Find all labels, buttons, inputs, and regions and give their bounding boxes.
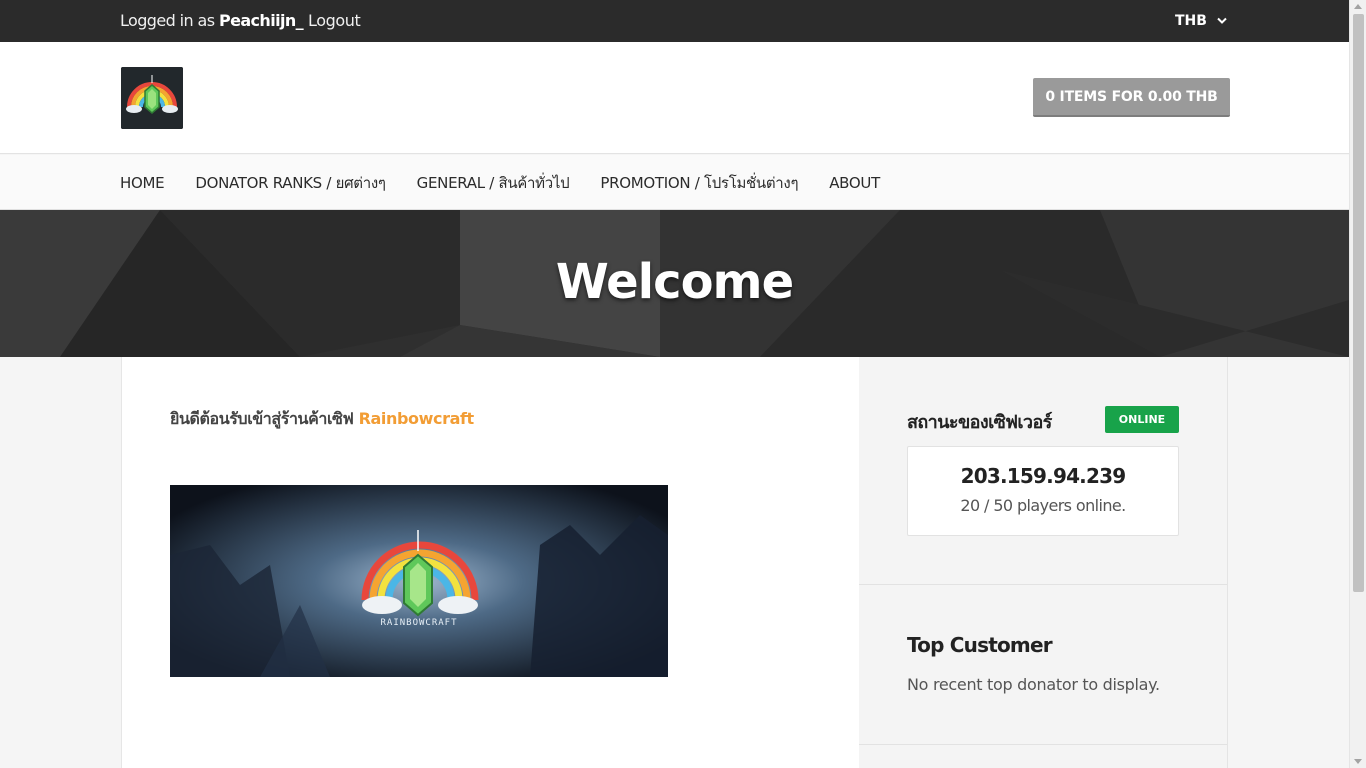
site-header: 0 ITEMS FOR 0.00 THB (0, 42, 1349, 154)
nav-item-donator-ranks[interactable]: DONATOR RANKS / ยศต่างๆ (195, 171, 386, 195)
nav-item-about[interactable]: ABOUT (829, 174, 880, 192)
players-online: 20 / 50 players online. (960, 496, 1126, 515)
server-info-box: 203.159.94.239 20 / 50 players online. (907, 446, 1179, 536)
cart-button[interactable]: 0 ITEMS FOR 0.00 THB (1033, 78, 1230, 117)
logged-in-status: Logged in as Peachiijn_ (120, 11, 304, 30)
top-customer-title: Top Customer (907, 633, 1053, 657)
sidebar-divider (859, 744, 1227, 745)
sidebar-divider (859, 584, 1227, 585)
chevron-down-icon (1217, 17, 1227, 24)
banner-artwork: RAINBOWCRAFT (170, 485, 668, 677)
nav-item-general[interactable]: GENERAL / สินค้าทั่วไป (417, 171, 570, 195)
server-ip: 203.159.94.239 (960, 464, 1126, 488)
page-title: Welcome (555, 254, 794, 310)
welcome-text: ยินดีต้อนรับเข้าสู่ร้านค้าเซิฟ (170, 409, 354, 428)
scrollbar-thumb[interactable] (1353, 14, 1364, 592)
currency-selector[interactable]: THB (1175, 13, 1227, 29)
main-content: ยินดีต้อนรับเข้าสู่ร้านค้าเซิฟ Rainbowcr… (121, 357, 859, 768)
welcome-message: ยินดีต้อนรับเข้าสู่ร้านค้าเซิฟ Rainbowcr… (170, 407, 474, 432)
top-bar: Logged in as Peachiijn_ Logout THB (0, 0, 1349, 42)
sidebar: สถานะของเซิฟเวอร์ ONLINE 203.159.94.239 … (859, 357, 1228, 768)
server-banner-image: RAINBOWCRAFT (170, 485, 668, 677)
banner-caption: RAINBOWCRAFT (380, 618, 457, 628)
username: Peachiijn_ (218, 11, 304, 30)
nav-item-home[interactable]: HOME (120, 174, 165, 192)
main-navigation: HOME DONATOR RANKS / ยศต่างๆ GENERAL / ส… (0, 155, 1349, 210)
page-scrollbar[interactable] (1349, 0, 1366, 768)
hero-banner: Welcome (0, 210, 1349, 357)
brand-name: Rainbowcraft (358, 409, 475, 428)
nav-item-promotion[interactable]: PROMOTION / โปรโมชั่นต่างๆ (600, 171, 798, 195)
scroll-up-icon[interactable] (1354, 4, 1362, 9)
logged-in-prefix: Logged in as (120, 11, 215, 30)
server-status-title: สถานะของเซิฟเวอร์ (907, 412, 1052, 433)
top-customer-message: No recent top donator to display. (907, 675, 1160, 694)
rainbowcraft-logo-icon (121, 67, 183, 129)
logout-link[interactable]: Logout (308, 11, 361, 30)
status-badge: ONLINE (1105, 406, 1179, 433)
currency-label: THB (1175, 13, 1207, 29)
scroll-down-icon[interactable] (1354, 759, 1362, 764)
site-logo[interactable] (121, 67, 183, 129)
